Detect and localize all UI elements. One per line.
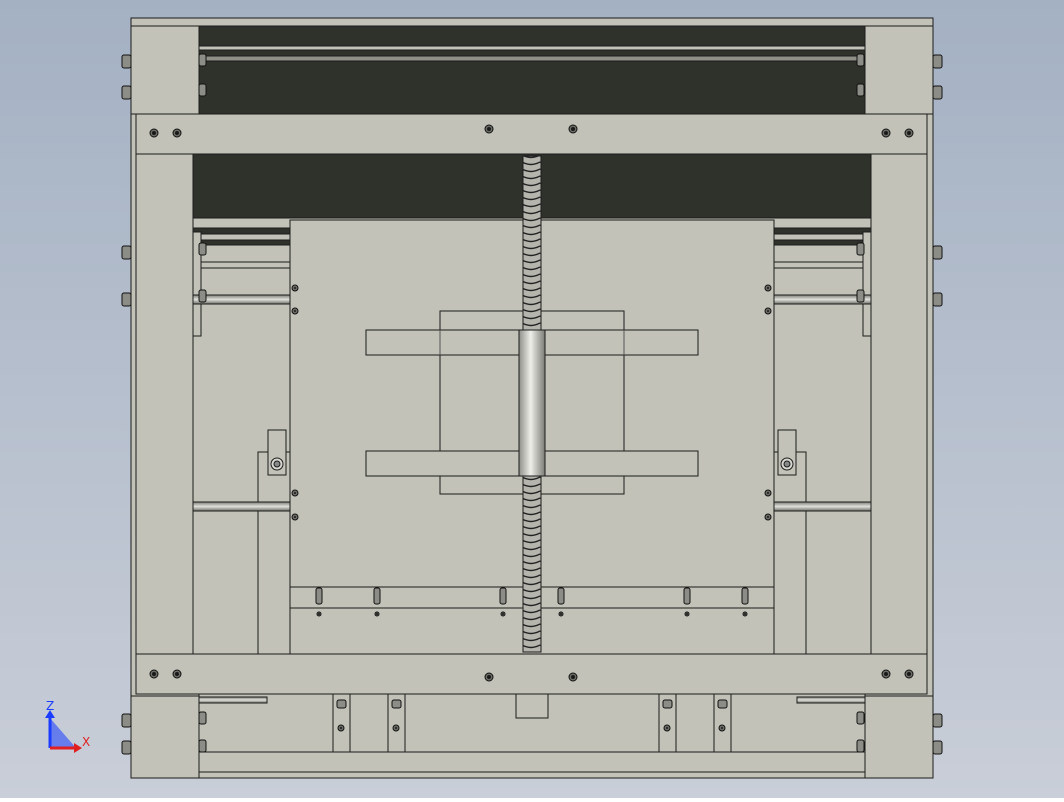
bolt-icon (121, 292, 132, 307)
bolt-icon (932, 54, 943, 69)
top-right-corner-block (864, 25, 934, 115)
bolt-icon (683, 587, 691, 605)
top-left-corner-block (130, 25, 200, 115)
bolt-icon (198, 289, 207, 303)
cad-viewport[interactable]: Z X (0, 0, 1064, 798)
bolt-icon (662, 699, 673, 709)
bolt-icon (336, 699, 347, 709)
bolt-icon (557, 587, 565, 605)
guide-rod-upper-left (192, 294, 291, 305)
bottom-right-corner-block (864, 695, 934, 779)
triad-z-label: Z (46, 699, 54, 713)
bolt-icon (856, 242, 865, 256)
upper-beam (135, 113, 928, 155)
bolt-icon (373, 587, 381, 605)
bolt-icon (198, 711, 207, 725)
machine-assembly-drawing: Z X (0, 0, 1064, 798)
bolt-icon (121, 85, 132, 100)
bolt-icon (856, 739, 865, 753)
bolt-icon (856, 711, 865, 725)
right-column (870, 153, 928, 655)
bolt-icon (856, 53, 865, 67)
bolt-icon (198, 739, 207, 753)
bolt-icon (932, 245, 943, 260)
bolt-icon (717, 699, 728, 709)
bolt-icon (121, 740, 132, 755)
guide-rod-lower-right (773, 501, 872, 512)
bolt-icon (198, 242, 207, 256)
bolt-icon (932, 85, 943, 100)
bolt-icon (121, 54, 132, 69)
guide-rod-lower-left (192, 501, 291, 512)
guide-rod-upper-right (773, 294, 872, 305)
screw-end-bearing (515, 693, 549, 719)
bolt-icon (198, 83, 207, 97)
bolt-icon (121, 245, 132, 260)
bolt-icon (932, 713, 943, 728)
bolt-icon (499, 587, 507, 605)
bolt-icon (932, 292, 943, 307)
bottom-left-corner-block (130, 695, 200, 779)
lower-beam (135, 653, 928, 695)
bolt-icon (315, 587, 323, 605)
bolt-icon (391, 699, 402, 709)
bolt-icon (741, 587, 749, 605)
bolt-icon (121, 713, 132, 728)
bolt-icon (932, 740, 943, 755)
top-dark-panel (198, 25, 866, 115)
bolt-icon (198, 53, 207, 67)
triad-x-label: X (82, 735, 90, 749)
left-column (135, 153, 194, 655)
lead-screw-lower (522, 475, 542, 653)
bolt-icon (856, 83, 865, 97)
bolt-icon (856, 289, 865, 303)
lead-screw-upper (522, 155, 542, 331)
screw-shaft-sleeve (518, 329, 546, 477)
